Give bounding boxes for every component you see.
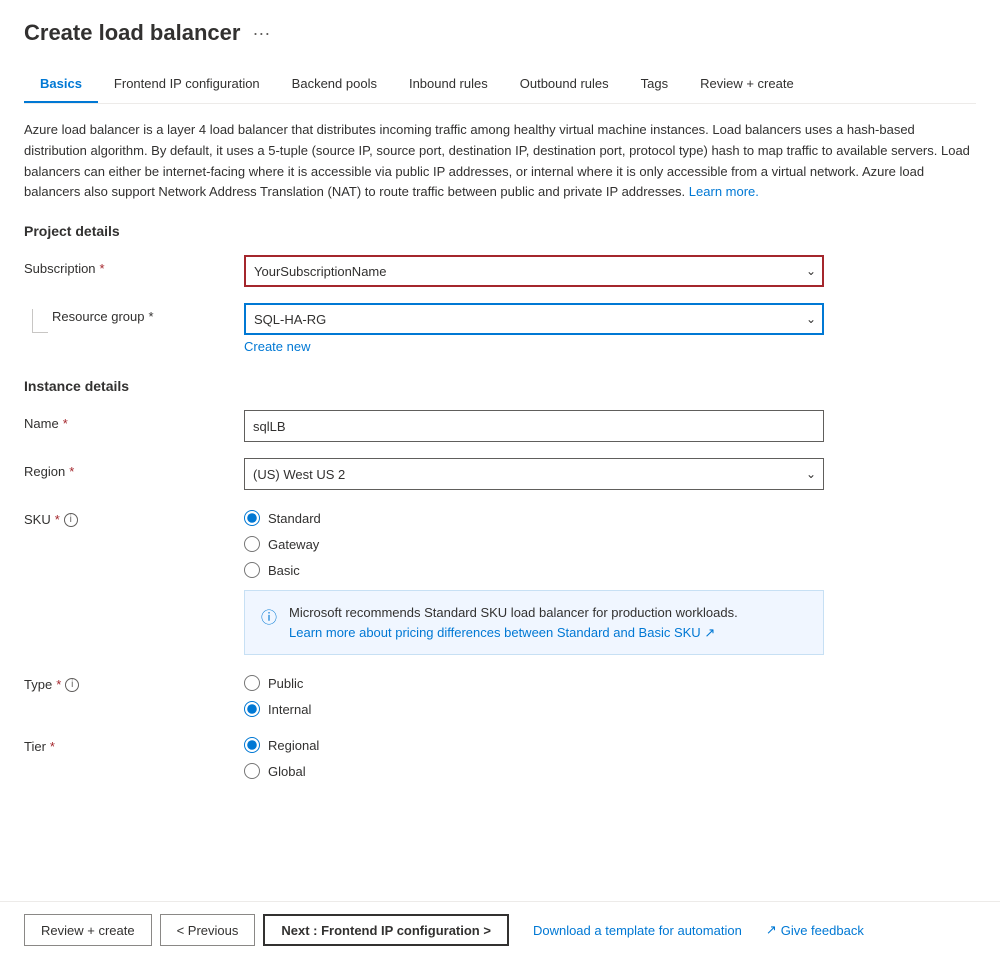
region-required: * xyxy=(69,464,74,479)
info-circle-icon: ⓘ xyxy=(261,604,279,628)
tab-backend-pools[interactable]: Backend pools xyxy=(276,66,393,103)
tab-outbound-rules[interactable]: Outbound rules xyxy=(504,66,625,103)
tab-tags[interactable]: Tags xyxy=(625,66,684,103)
region-control: (US) West US 2 ⌄ xyxy=(244,458,824,490)
region-row: Region * (US) West US 2 ⌄ xyxy=(24,458,976,490)
download-template-link[interactable]: Download a template for automation xyxy=(533,923,742,938)
sku-required: * xyxy=(55,512,60,527)
tier-radio-group: Regional Global xyxy=(244,733,824,779)
sku-gateway-option[interactable]: Gateway xyxy=(244,536,824,552)
region-label: Region * xyxy=(24,458,244,479)
type-control: Public Internal xyxy=(244,671,824,717)
name-required: * xyxy=(63,416,68,431)
type-public-option[interactable]: Public xyxy=(244,675,824,691)
sku-standard-option[interactable]: Standard xyxy=(244,510,824,526)
type-label: Type * i xyxy=(24,671,244,692)
type-required: * xyxy=(56,677,61,692)
create-new-link[interactable]: Create new xyxy=(244,339,310,354)
resource-group-row: Resource group * SQL-HA-RG ⌄ Create new xyxy=(24,303,976,354)
resource-group-label: Resource group * xyxy=(52,309,154,324)
resource-group-indent: Resource group * xyxy=(24,303,244,333)
tabs-nav: Basics Frontend IP configuration Backend… xyxy=(24,66,976,104)
tier-label: Tier * xyxy=(24,733,244,754)
instance-details-section: Instance details Name * Region * xyxy=(24,378,976,779)
page-title-ellipsis[interactable]: ··· xyxy=(252,23,270,44)
sku-basic-label: Basic xyxy=(268,563,300,578)
subscription-control: YourSubscriptionName ⌄ xyxy=(244,255,824,287)
sku-info-box: ⓘ Microsoft recommends Standard SKU load… xyxy=(244,590,824,655)
tier-control: Regional Global xyxy=(244,733,824,779)
resource-group-select[interactable]: SQL-HA-RG xyxy=(244,303,824,335)
subscription-required: * xyxy=(100,261,105,276)
sku-standard-label: Standard xyxy=(268,511,321,526)
tier-regional-label: Regional xyxy=(268,738,319,753)
sku-gateway-label: Gateway xyxy=(268,537,319,552)
region-select-wrapper: (US) West US 2 ⌄ xyxy=(244,458,824,490)
project-details-section: Project details Subscription * YourSubsc… xyxy=(24,223,976,354)
sku-basic-radio[interactable] xyxy=(244,562,260,578)
footer: Review + create < Previous Next : Fronte… xyxy=(0,901,1000,958)
type-internal-label: Internal xyxy=(268,702,311,717)
resource-group-required: * xyxy=(149,309,154,324)
tier-global-option[interactable]: Global xyxy=(244,763,824,779)
page-title: Create load balancer xyxy=(24,20,240,46)
sku-radio-group: Standard Gateway Basic xyxy=(244,506,824,578)
tab-review-create[interactable]: Review + create xyxy=(684,66,810,103)
sku-control: Standard Gateway Basic ⓘ xyxy=(244,506,824,655)
region-select[interactable]: (US) West US 2 xyxy=(244,458,824,490)
type-info-icon[interactable]: i xyxy=(65,678,79,692)
subscription-label: Subscription * xyxy=(24,255,244,276)
type-internal-option[interactable]: Internal xyxy=(244,701,824,717)
name-input[interactable] xyxy=(244,410,824,442)
review-create-button[interactable]: Review + create xyxy=(24,914,152,946)
subscription-select[interactable]: YourSubscriptionName xyxy=(244,255,824,287)
resource-group-control: SQL-HA-RG ⌄ Create new xyxy=(244,303,824,354)
tier-required: * xyxy=(50,739,55,754)
sku-learn-more-link[interactable]: Learn more about pricing differences bet… xyxy=(289,625,715,640)
type-radio-group: Public Internal xyxy=(244,671,824,717)
feedback-icon: ↗ xyxy=(766,922,777,938)
tier-regional-option[interactable]: Regional xyxy=(244,737,824,753)
project-details-title: Project details xyxy=(24,223,976,239)
give-feedback-link[interactable]: ↗ Give feedback xyxy=(766,922,864,938)
tier-regional-radio[interactable] xyxy=(244,737,260,753)
previous-button[interactable]: < Previous xyxy=(160,914,256,946)
sku-gateway-radio[interactable] xyxy=(244,536,260,552)
external-link-icon: ↗ xyxy=(704,625,715,640)
type-row: Type * i Public Internal xyxy=(24,671,976,717)
learn-more-link[interactable]: Learn more. xyxy=(689,184,759,199)
sku-standard-radio[interactable] xyxy=(244,510,260,526)
resource-group-select-wrapper: SQL-HA-RG ⌄ xyxy=(244,303,824,335)
sku-label: SKU * i xyxy=(24,506,244,527)
type-internal-radio[interactable] xyxy=(244,701,260,717)
sku-info-text: Microsoft recommends Standard SKU load b… xyxy=(289,603,738,642)
name-row: Name * xyxy=(24,410,976,442)
name-control xyxy=(244,410,824,442)
sku-info-icon[interactable]: i xyxy=(64,513,78,527)
sku-basic-option[interactable]: Basic xyxy=(244,562,824,578)
description-text: Azure load balancer is a layer 4 load ba… xyxy=(24,120,976,203)
tier-global-radio[interactable] xyxy=(244,763,260,779)
subscription-select-wrapper: YourSubscriptionName ⌄ xyxy=(244,255,824,287)
sku-row: SKU * i Standard Gateway xyxy=(24,506,976,655)
tier-global-label: Global xyxy=(268,764,306,779)
next-button[interactable]: Next : Frontend IP configuration > xyxy=(263,914,509,946)
tab-basics[interactable]: Basics xyxy=(24,66,98,103)
tier-row: Tier * Regional Global xyxy=(24,733,976,779)
name-label: Name * xyxy=(24,410,244,431)
type-public-label: Public xyxy=(268,676,303,691)
resource-group-bracket xyxy=(32,309,48,333)
instance-details-title: Instance details xyxy=(24,378,976,394)
tab-frontend-ip[interactable]: Frontend IP configuration xyxy=(98,66,276,103)
subscription-row: Subscription * YourSubscriptionName ⌄ xyxy=(24,255,976,287)
type-public-radio[interactable] xyxy=(244,675,260,691)
tab-inbound-rules[interactable]: Inbound rules xyxy=(393,66,504,103)
